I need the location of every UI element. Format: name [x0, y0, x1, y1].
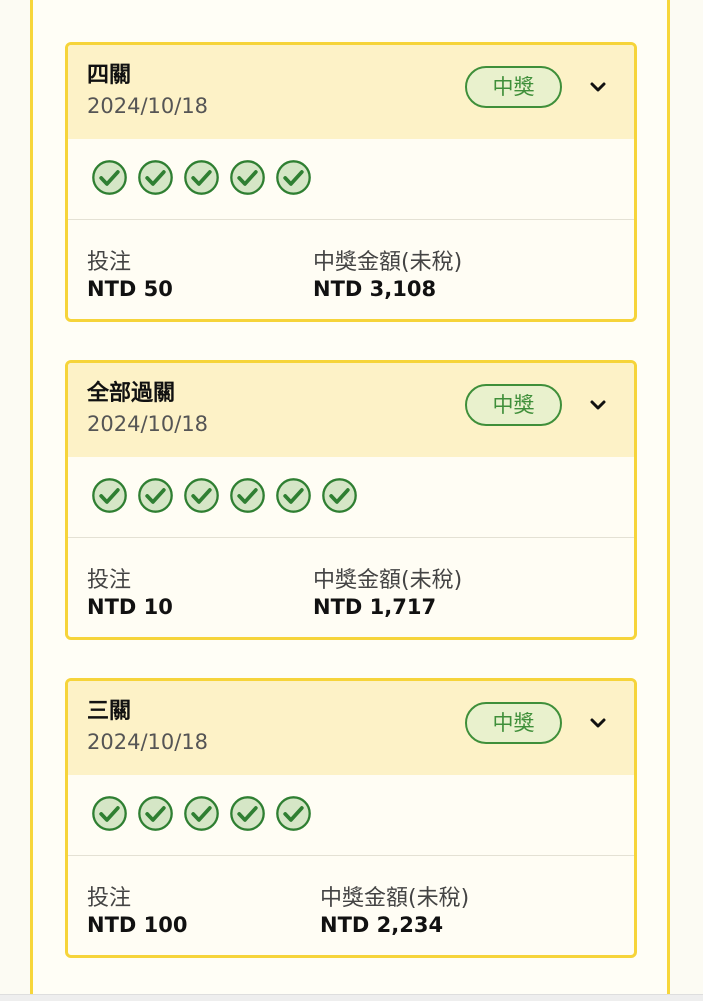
check-circle-icon — [92, 478, 127, 513]
prize-label: 中獎金額(未稅) — [320, 886, 470, 911]
check-circle-icon — [138, 160, 173, 195]
prize-label: 中獎金額(未稅) — [313, 568, 463, 593]
check-circle-icon — [276, 478, 311, 513]
result-icons — [91, 795, 312, 832]
result-icons — [91, 477, 358, 514]
bet-card: 全部過關 2024/10/18 中獎 投注 NTD 10 中獎金額(未稅) NT… — [65, 360, 637, 640]
bet-date: 2024/10/18 — [87, 94, 209, 118]
check-circle-icon — [276, 160, 311, 195]
leg-results-row — [68, 457, 634, 538]
prize-label: 中獎金額(未稅) — [313, 250, 463, 275]
check-circle-icon — [138, 796, 173, 831]
check-circle-icon — [322, 478, 357, 513]
bet-type-title: 全部過關 — [87, 381, 176, 406]
bet-type-title: 三關 — [87, 699, 132, 724]
stake-amount: NTD 10 — [87, 595, 173, 619]
check-circle-icon — [184, 796, 219, 831]
check-circle-icon — [184, 478, 219, 513]
leg-results-row — [68, 775, 634, 856]
win-status-badge: 中獎 — [465, 384, 562, 426]
prize-amount: NTD 2,234 — [320, 913, 444, 937]
check-circle-icon — [276, 796, 311, 831]
bet-card-header[interactable]: 四關 2024/10/18 中獎 — [68, 45, 634, 139]
check-circle-icon — [138, 478, 173, 513]
bet-card-header[interactable]: 全部過關 2024/10/18 中獎 — [68, 363, 634, 457]
chevron-down-icon[interactable] — [586, 75, 610, 99]
bet-type-title: 四關 — [87, 63, 132, 88]
check-circle-icon — [92, 796, 127, 831]
stake-label: 投注 — [87, 886, 132, 911]
check-circle-icon — [230, 796, 265, 831]
check-circle-icon — [92, 160, 127, 195]
win-status-badge: 中獎 — [465, 702, 562, 744]
stake-label: 投注 — [87, 250, 132, 275]
check-circle-icon — [230, 160, 265, 195]
leg-results-row — [68, 139, 634, 220]
check-circle-icon — [230, 478, 265, 513]
prize-amount: NTD 1,717 — [313, 595, 437, 619]
check-circle-icon — [184, 160, 219, 195]
bet-card-header[interactable]: 三關 2024/10/18 中獎 — [68, 681, 634, 775]
stake-label: 投注 — [87, 568, 132, 593]
bet-card: 三關 2024/10/18 中獎 投注 NTD 100 中獎金額(未稅) NTD… — [65, 678, 637, 958]
result-icons — [91, 159, 312, 196]
win-status-badge: 中獎 — [465, 66, 562, 108]
chevron-down-icon[interactable] — [586, 393, 610, 417]
bet-card: 四關 2024/10/18 中獎 投注 NTD 50 中獎金額(未稅) NTD … — [65, 42, 637, 322]
chevron-down-icon[interactable] — [586, 711, 610, 735]
bet-date: 2024/10/18 — [87, 412, 209, 436]
stake-amount: NTD 50 — [87, 277, 173, 301]
bet-date: 2024/10/18 — [87, 730, 209, 754]
stake-amount: NTD 100 — [87, 913, 188, 937]
prize-amount: NTD 3,108 — [313, 277, 437, 301]
